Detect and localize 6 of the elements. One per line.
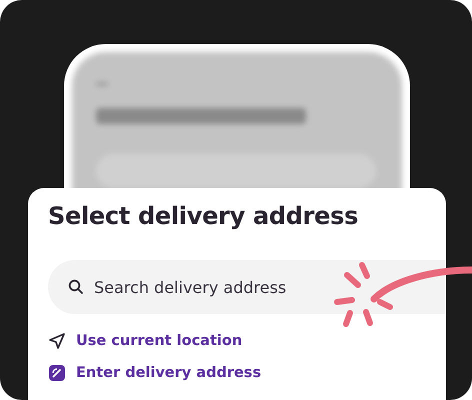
card-title: Select delivery address — [48, 202, 360, 230]
navigation-arrow-icon — [48, 332, 66, 350]
edit-icon — [48, 364, 66, 382]
search-field[interactable]: Search delivery address — [48, 260, 446, 314]
action-link[interactable]: Use current location — [48, 332, 242, 350]
action-link[interactable]: Enter delivery address — [48, 364, 262, 382]
